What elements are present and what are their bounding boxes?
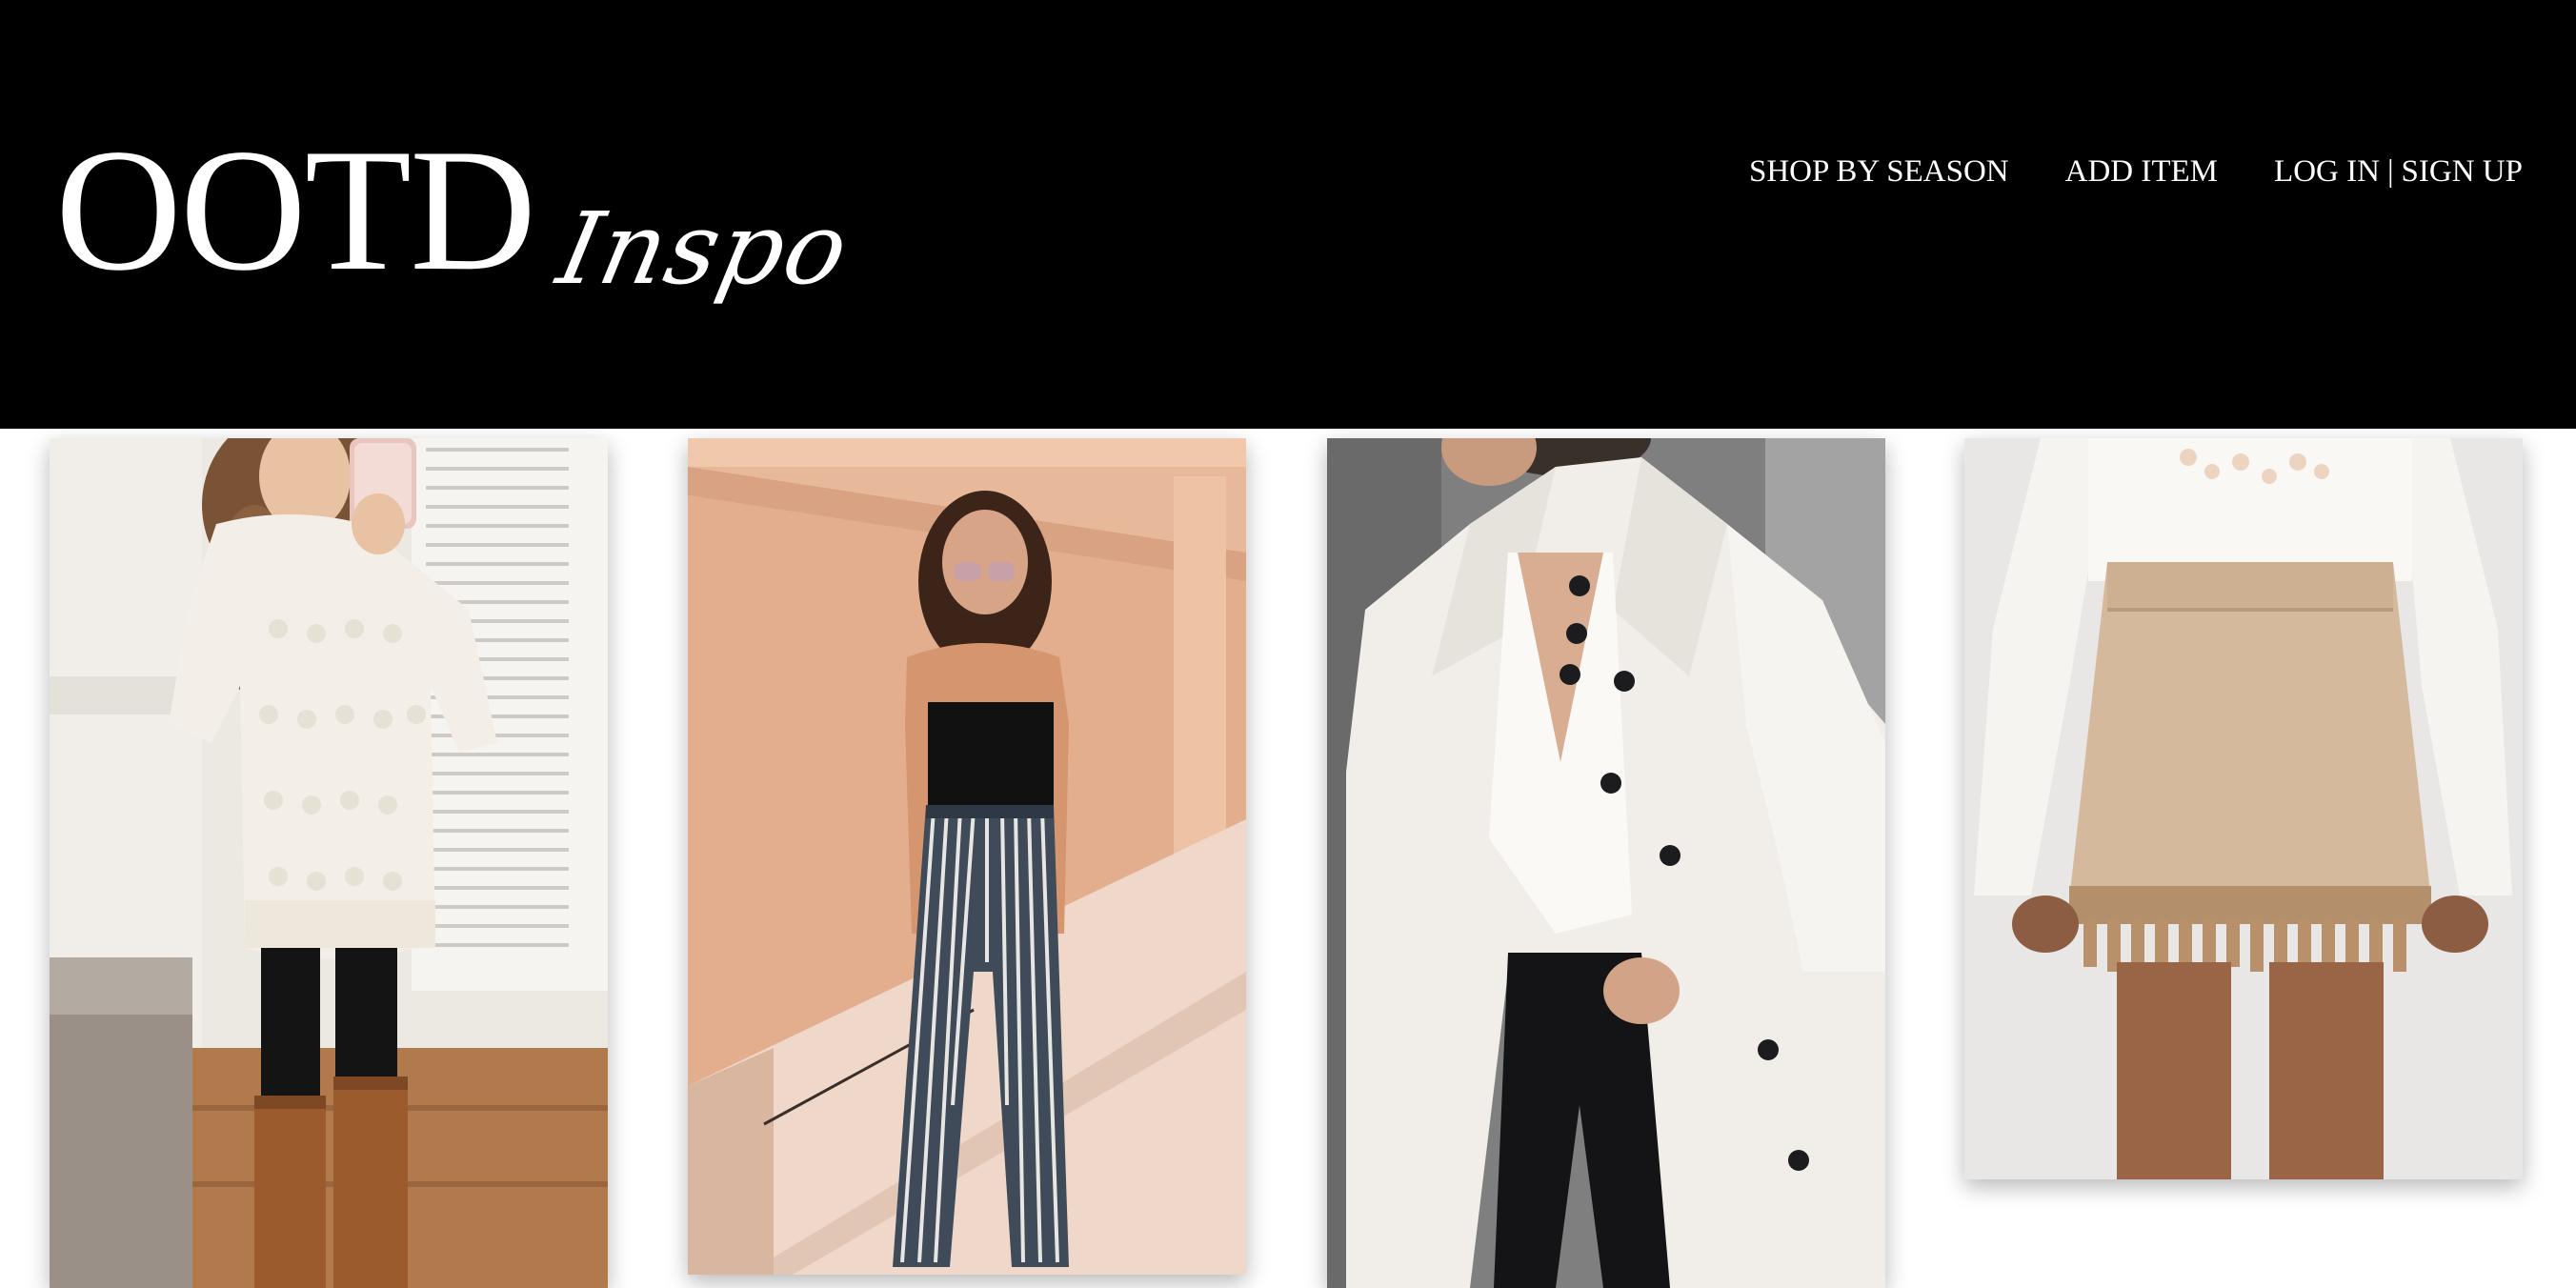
site-logo[interactable]: OOTD Inspo (55, 91, 860, 307)
nav-sign-up[interactable]: SIGN UP (2402, 154, 2523, 190)
nav-add-item[interactable]: ADD ITEM (2065, 154, 2218, 190)
site-header: OOTD Inspo SHOP BY SEASON ADD ITEM LOG I… (0, 0, 2576, 429)
outfit-photo-sweater (50, 438, 608, 1288)
outfit-photo-white-coat (1327, 438, 1885, 1288)
logo-main-text: OOTD (55, 112, 536, 307)
outfit-photo-striped-pants (688, 438, 1246, 1275)
outfit-card-sweater[interactable] (50, 438, 608, 1288)
outfit-card-white-coat[interactable] (1327, 438, 1885, 1288)
main-nav: SHOP BY SEASON ADD ITEM LOG IN | SIGN UP (1749, 154, 2523, 190)
logo-script-text: Inspo (549, 191, 860, 307)
outfit-card-tassel-skirt[interactable] (1964, 438, 2523, 1179)
nav-log-in[interactable]: LOG IN (2274, 154, 2380, 190)
outfit-photo-tassel-skirt (1964, 438, 2523, 1179)
outfit-card-striped-pants[interactable] (688, 438, 1246, 1275)
nav-shop-by-season[interactable]: SHOP BY SEASON (1749, 154, 2009, 190)
nav-separator: | (2386, 154, 2394, 189)
